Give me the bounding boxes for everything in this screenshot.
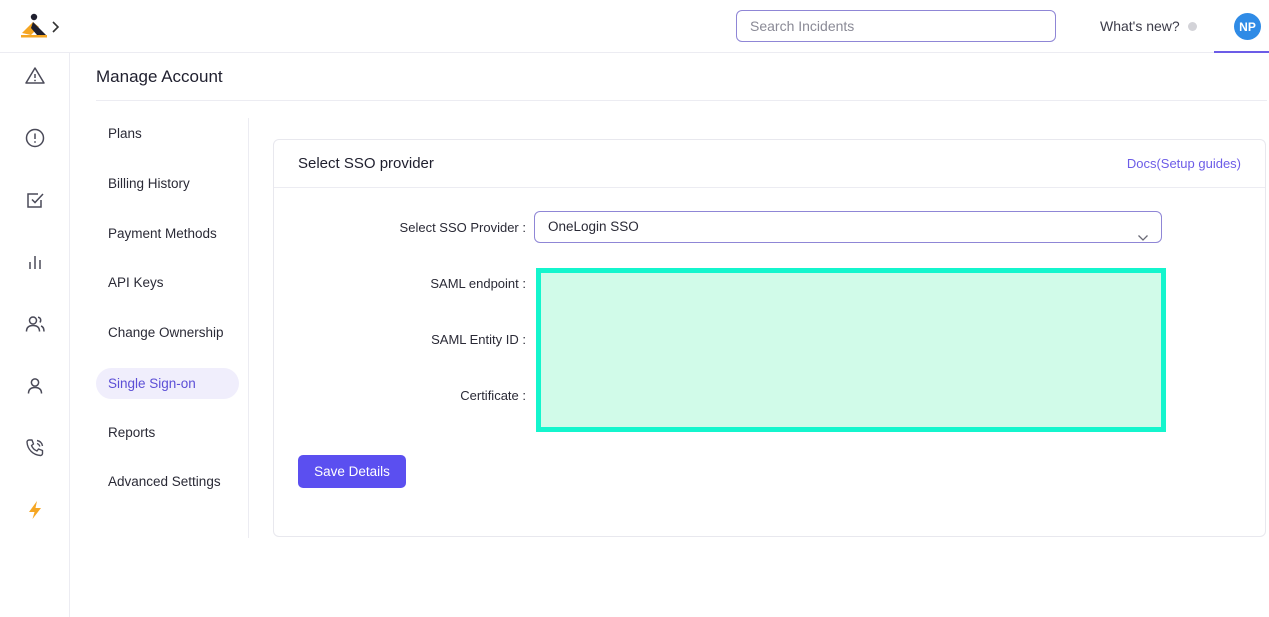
account-subnav: Plans Billing History Payment Methods AP… [96, 118, 249, 538]
sso-provider-select[interactable]: OneLogin SSO [534, 211, 1162, 243]
user-icon[interactable] [24, 375, 46, 397]
alert-triangle-icon[interactable] [24, 65, 46, 87]
app-logo-icon[interactable] [19, 13, 49, 39]
subnav-item-billing-history[interactable]: Billing History [96, 168, 239, 199]
whats-new-link[interactable]: What's new? [1100, 18, 1197, 34]
sso-provider-card: Select SSO provider Docs(Setup guides) S… [273, 139, 1266, 537]
users-icon[interactable] [24, 313, 46, 335]
avatar-tab[interactable]: NP [1214, 0, 1269, 53]
whats-new-label: What's new? [1100, 18, 1180, 34]
subnav-item-single-sign-on[interactable]: Single Sign-on [96, 368, 239, 399]
left-navigation-rail [0, 53, 70, 617]
lightning-icon[interactable] [24, 499, 46, 521]
certificate-label: Certificate : [460, 388, 526, 403]
card-title: Select SSO provider [298, 155, 434, 172]
page-title: Manage Account [96, 67, 223, 86]
subnav-item-plans[interactable]: Plans [96, 118, 239, 149]
subnav-item-advanced-settings[interactable]: Advanced Settings [96, 466, 239, 497]
checkbox-icon[interactable] [24, 189, 46, 211]
docs-setup-guides-link[interactable]: Docs(Setup guides) [1127, 156, 1241, 171]
saml-endpoint-label: SAML endpoint : [430, 276, 526, 291]
saml-entity-id-label: SAML Entity ID : [431, 332, 526, 347]
subnav-item-reports[interactable]: Reports [96, 417, 239, 448]
sso-provider-label: Select SSO Provider : [399, 220, 526, 235]
search-input[interactable] [736, 10, 1056, 42]
divider [96, 100, 1267, 101]
subnav-item-change-ownership[interactable]: Change Ownership [96, 317, 239, 348]
chevron-down-icon [1137, 223, 1149, 241]
subnav-item-payment-methods[interactable]: Payment Methods [96, 218, 239, 249]
alert-circle-icon[interactable] [24, 127, 46, 149]
card-header: Select SSO provider Docs(Setup guides) [274, 140, 1265, 188]
top-header: What's new? NP [0, 0, 1269, 53]
notification-dot-icon [1187, 21, 1197, 31]
sso-provider-value: OneLogin SSO [548, 219, 639, 234]
bar-chart-icon[interactable] [24, 251, 46, 273]
redacted-sso-fields-overlay [536, 268, 1166, 432]
subnav-item-api-keys[interactable]: API Keys [96, 267, 239, 298]
phone-call-icon[interactable] [24, 437, 46, 459]
avatar[interactable]: NP [1234, 13, 1261, 40]
save-details-button[interactable]: Save Details [298, 455, 406, 488]
chevron-right-icon[interactable] [51, 20, 61, 34]
